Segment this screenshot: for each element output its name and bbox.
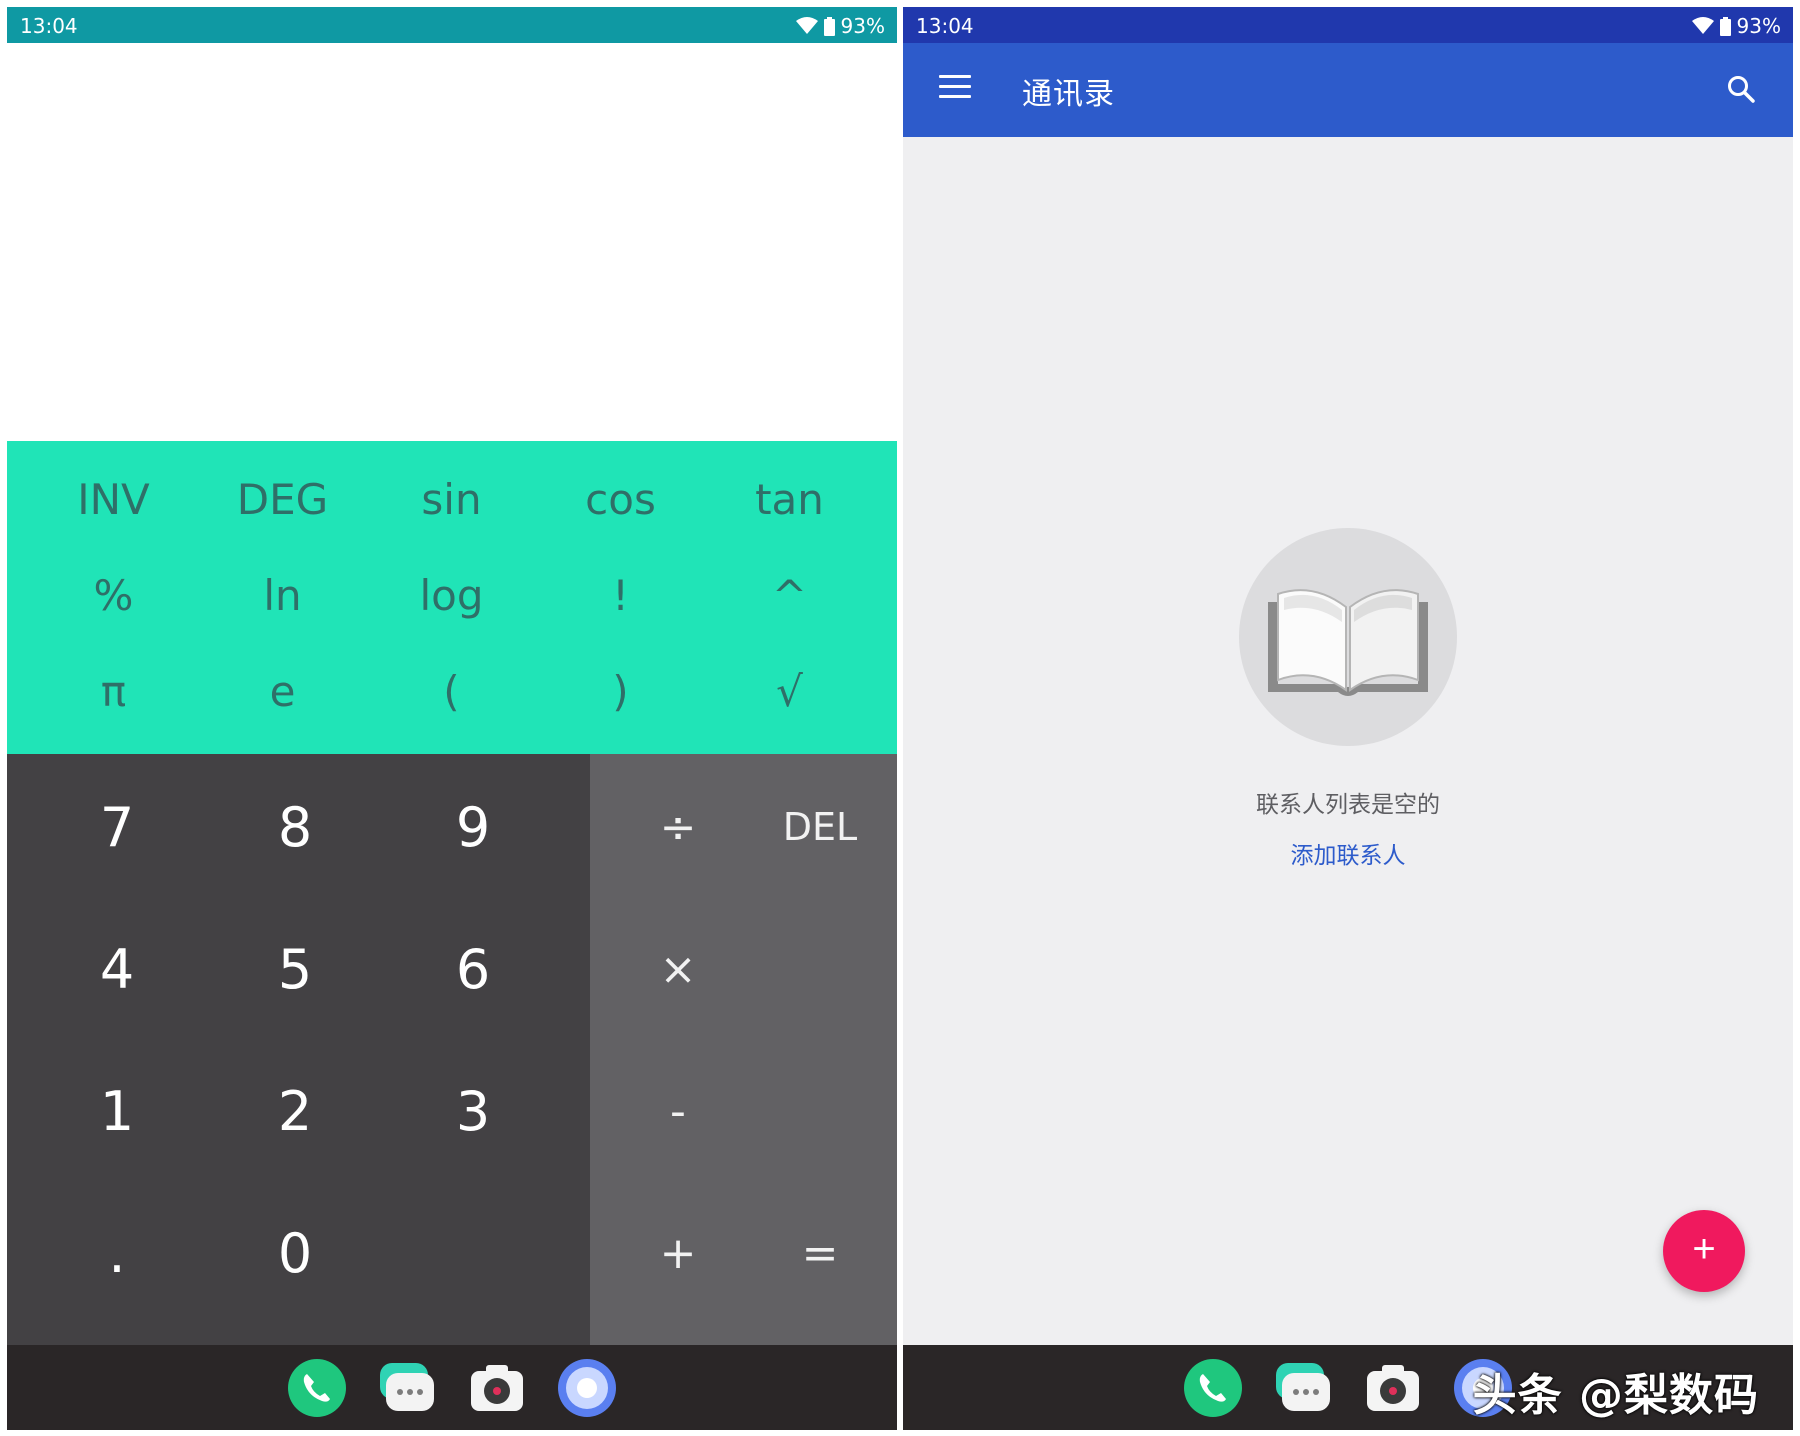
minus-key[interactable]: - (607, 1040, 749, 1182)
tan-key[interactable]: tan (705, 451, 874, 547)
sin-key[interactable]: sin (367, 451, 536, 547)
menu-icon[interactable] (939, 75, 971, 103)
camera-app-icon[interactable] (1364, 1359, 1422, 1417)
scientific-panel: INV DEG sin cos tan % ln log ! ^ π e ( )… (7, 441, 897, 754)
wifi-icon (1691, 17, 1714, 34)
search-icon[interactable] (1725, 73, 1757, 105)
digit-4-key[interactable]: 4 (28, 898, 206, 1040)
digit-6-key[interactable]: 6 (384, 898, 562, 1040)
number-pad: 7 8 9 4 5 6 1 2 3 . 0 (7, 754, 590, 1345)
battery-percent: 93% (840, 14, 885, 38)
status-bar: 13:04 93% (903, 7, 1793, 43)
messages-app-icon[interactable] (378, 1359, 436, 1417)
phone-app-icon[interactable] (288, 1359, 346, 1417)
dock (288, 1359, 616, 1417)
multiply-key[interactable]: × (607, 898, 749, 1040)
battery-percent: 93% (1736, 14, 1781, 38)
pi-key[interactable]: π (29, 643, 198, 739)
percent-key[interactable]: % (29, 547, 198, 643)
browser-app-icon[interactable] (558, 1359, 616, 1417)
power-key[interactable]: ^ (705, 547, 874, 643)
digit-5-key[interactable]: 5 (206, 898, 384, 1040)
status-time: 13:04 (20, 14, 78, 38)
status-bar: 13:04 93% (7, 7, 897, 43)
status-system-icons: 93% (795, 14, 885, 38)
camera-app-icon[interactable] (468, 1359, 526, 1417)
digit-9-key[interactable]: 9 (384, 756, 562, 898)
sqrt-key[interactable]: √ (705, 643, 874, 739)
contacts-screen: 13:04 93% 通讯录 联系人列表是空的 添加联系人 + 头条 @梨数码 (903, 7, 1793, 1430)
log-key[interactable]: log (367, 547, 536, 643)
open-paren-key[interactable]: ( (367, 643, 536, 739)
status-time: 13:04 (916, 14, 974, 38)
battery-icon (1719, 16, 1731, 36)
calculator-display[interactable] (7, 43, 897, 441)
add-contact-link[interactable]: 添加联系人 (903, 836, 1793, 870)
deg-key[interactable]: DEG (198, 451, 367, 547)
dock-bar: 头条 @梨数码 (903, 1345, 1793, 1430)
add-contact-fab[interactable]: + (1663, 1210, 1745, 1292)
digit-7-key[interactable]: 7 (28, 756, 206, 898)
watermark-text: 头条 @梨数码 (1472, 1370, 1759, 1421)
divide-key[interactable]: ÷ (607, 756, 749, 898)
digit-8-key[interactable]: 8 (206, 756, 384, 898)
inv-key[interactable]: INV (29, 451, 198, 547)
delete-key[interactable]: DEL (749, 756, 891, 898)
equals-key[interactable]: = (749, 1182, 891, 1324)
page-title: 通讯录 (1022, 78, 1115, 111)
open-book-icon (1268, 589, 1428, 696)
digit-2-key[interactable]: 2 (206, 1040, 384, 1182)
decimal-key[interactable]: . (28, 1182, 206, 1324)
close-paren-key[interactable]: ) (536, 643, 705, 739)
cos-key[interactable]: cos (536, 451, 705, 547)
status-system-icons: 93% (1691, 14, 1781, 38)
e-key[interactable]: e (198, 643, 367, 739)
digit-0-key[interactable]: 0 (206, 1182, 384, 1324)
dock-bar (7, 1345, 897, 1430)
messages-app-icon[interactable] (1274, 1359, 1332, 1417)
dock (1184, 1359, 1512, 1417)
digit-3-key[interactable]: 3 (384, 1040, 562, 1182)
plus-key[interactable]: + (607, 1182, 749, 1324)
factorial-key[interactable]: ! (536, 547, 705, 643)
ln-key[interactable]: ln (198, 547, 367, 643)
operator-pad: ÷ DEL × - + = (590, 754, 897, 1345)
digit-1-key[interactable]: 1 (28, 1040, 206, 1182)
app-bar: 通讯录 (903, 43, 1793, 137)
battery-icon (823, 16, 835, 36)
phone-app-icon[interactable] (1184, 1359, 1242, 1417)
empty-book-illustration (1239, 528, 1457, 746)
calculator-screen: 13:04 93% INV DEG sin cos tan % ln log !… (7, 7, 897, 1430)
wifi-icon (795, 17, 818, 34)
empty-state-message: 联系人列表是空的 (1256, 792, 1440, 818)
